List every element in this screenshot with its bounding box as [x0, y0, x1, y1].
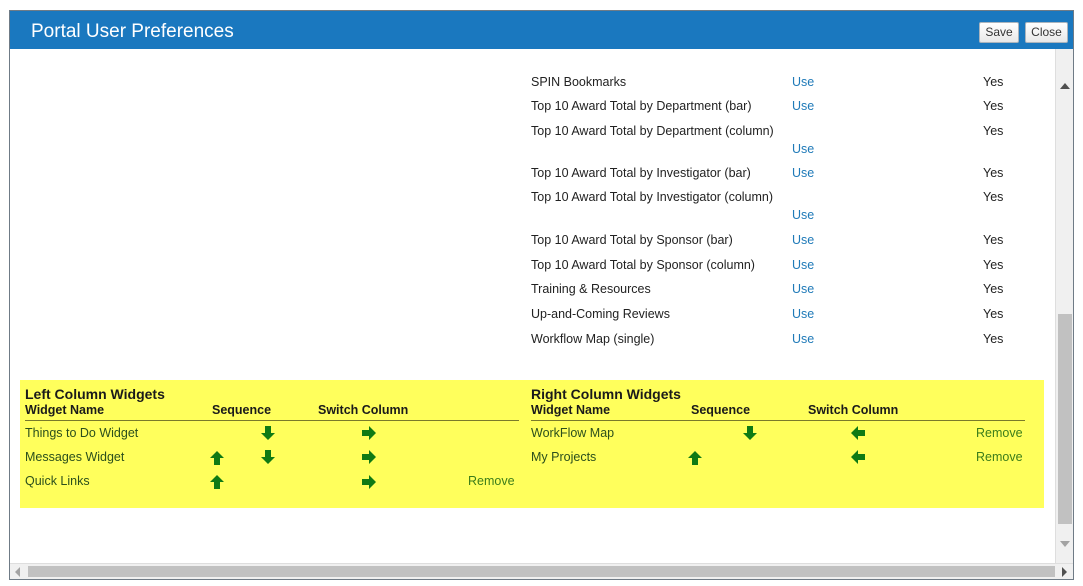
save-button[interactable]: Save — [979, 22, 1019, 43]
use-link[interactable]: Use — [792, 258, 814, 272]
visible-value: Yes — [983, 99, 1004, 113]
scroll-left-icon[interactable] — [15, 567, 20, 577]
arrow-down-icon[interactable] — [260, 425, 276, 441]
use-link[interactable]: Use — [792, 166, 814, 180]
arrow-right-icon[interactable] — [361, 474, 377, 490]
widget-name: Training & Resources — [531, 282, 651, 296]
arrow-down-icon[interactable] — [742, 425, 758, 441]
widget-name: Top 10 Award Total by Department (bar) — [531, 99, 752, 113]
column-layout-panel: Left Column Widgets Widget Name Sequence… — [20, 380, 1044, 508]
use-link[interactable]: Use — [792, 99, 814, 113]
right-col-widget-name-header: Widget Name — [531, 403, 611, 417]
visible-value: Yes — [983, 75, 1004, 89]
arrow-left-icon[interactable] — [850, 449, 866, 465]
use-link[interactable]: Use — [792, 307, 814, 321]
right-column-heading: Right Column Widgets — [531, 386, 681, 402]
scroll-up-icon[interactable] — [1060, 83, 1070, 89]
left-widget-row-name: Messages Widget — [25, 450, 125, 464]
content-area: SPIN Bookmarks Use Yes Top 10 Award Tota… — [10, 49, 1055, 565]
use-link[interactable]: Use — [792, 233, 814, 247]
arrow-up-icon[interactable] — [209, 450, 225, 466]
visible-value: Yes — [983, 124, 1004, 138]
arrow-up-icon[interactable] — [687, 450, 703, 466]
remove-link[interactable]: Remove — [976, 450, 1023, 464]
right-col-switch-header: Switch Column — [808, 403, 899, 417]
arrow-right-icon[interactable] — [361, 425, 377, 441]
right-col-sequence-header: Sequence — [691, 403, 751, 417]
horizontal-scroll-thumb[interactable] — [28, 566, 1055, 577]
vertical-scrollbar[interactable] — [1055, 49, 1073, 565]
left-col-widget-name-header: Widget Name — [25, 403, 105, 417]
scroll-down-icon[interactable] — [1060, 541, 1070, 547]
arrow-up-icon[interactable] — [209, 474, 225, 490]
left-widget-row-name: Things to Do Widget — [25, 426, 139, 440]
widget-name: Top 10 Award Total by Sponsor (column) — [531, 258, 755, 272]
arrow-left-icon[interactable] — [850, 425, 866, 441]
close-button[interactable]: Close — [1025, 22, 1068, 43]
visible-value: Yes — [983, 258, 1004, 272]
horizontal-scrollbar[interactable] — [10, 563, 1073, 579]
left-col-switch-header: Switch Column — [318, 403, 409, 417]
widget-name: Up-and-Coming Reviews — [531, 307, 670, 321]
preferences-dialog: Portal User Preferences Save Close SPIN … — [9, 10, 1074, 580]
left-column-heading: Left Column Widgets — [25, 386, 165, 402]
visible-value: Yes — [983, 307, 1004, 321]
dialog-title: Portal User Preferences — [31, 21, 234, 42]
remove-link[interactable]: Remove — [468, 474, 515, 488]
widget-name: SPIN Bookmarks — [531, 75, 627, 89]
remove-link[interactable]: Remove — [976, 426, 1023, 440]
use-link[interactable]: Use — [792, 282, 814, 296]
visible-value: Yes — [983, 332, 1004, 346]
use-link[interactable]: Use — [792, 142, 814, 156]
use-link[interactable]: Use — [792, 75, 814, 89]
visible-value: Yes — [983, 166, 1004, 180]
vertical-scroll-thumb[interactable] — [1058, 314, 1072, 524]
visible-value: Yes — [983, 282, 1004, 296]
visible-value: Yes — [983, 233, 1004, 247]
right-header-divider — [531, 420, 1025, 421]
right-widget-row-name: My Projects — [531, 450, 597, 464]
right-widget-row-name: WorkFlow Map — [531, 426, 615, 440]
left-col-sequence-header: Sequence — [212, 403, 272, 417]
left-header-divider — [25, 420, 519, 421]
widget-name: Top 10 Award Total by Investigator (colu… — [531, 190, 774, 204]
use-link[interactable]: Use — [792, 332, 814, 346]
arrow-right-icon[interactable] — [361, 449, 377, 465]
widget-name: Workflow Map (single) — [531, 332, 655, 346]
widget-name: Top 10 Award Total by Investigator (bar) — [531, 166, 751, 180]
scroll-right-icon[interactable] — [1062, 567, 1067, 577]
left-widget-row-name: Quick Links — [25, 474, 90, 488]
widget-name: Top 10 Award Total by Sponsor (bar) — [531, 233, 733, 247]
use-link[interactable]: Use — [792, 208, 814, 222]
title-bar: Portal User Preferences Save Close — [10, 11, 1073, 49]
arrow-down-icon[interactable] — [260, 449, 276, 465]
widget-name: Top 10 Award Total by Department (column… — [531, 124, 774, 138]
visible-value: Yes — [983, 190, 1004, 204]
